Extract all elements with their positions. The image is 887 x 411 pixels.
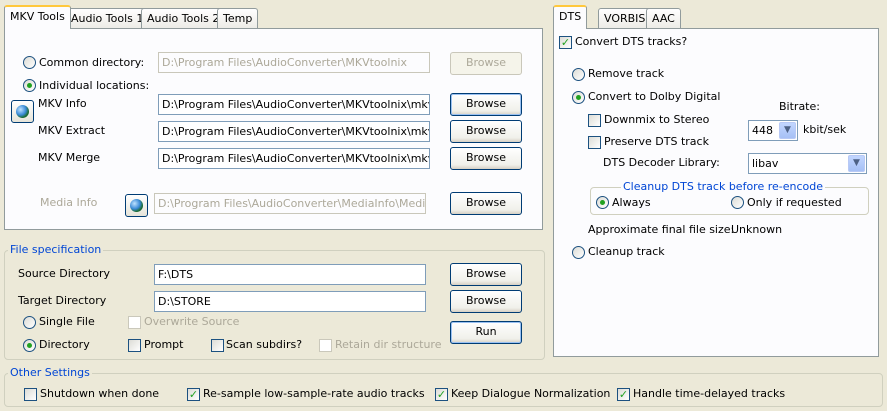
common-directory-field[interactable]: D:\Program Files\AudioConverter\MKVtooln… [158, 52, 430, 73]
media-info-browse-button[interactable]: Browse [450, 192, 522, 215]
individual-locations-label: Individual locations: [39, 79, 150, 92]
common-browse-button[interactable]: Browse [450, 52, 522, 75]
tab-audio-tools-2[interactable]: Audio Tools 2 [141, 8, 226, 29]
scan-subdirs-label: Scan subdirs? [226, 338, 303, 351]
single-file-label: Single File [39, 315, 95, 328]
tab-temp[interactable]: Temp [217, 8, 259, 29]
convert-dolby-label: Convert to Dolby Digital [588, 90, 721, 103]
only-if-requested-label: Only if requested [747, 196, 842, 209]
source-directory-field[interactable]: F:\DTS [154, 264, 426, 285]
retain-dir-structure-checkbox[interactable] [319, 339, 332, 352]
remove-track-radio[interactable] [572, 68, 585, 81]
preserve-dts-label: Preserve DTS track [604, 135, 709, 148]
convert-dts-checkbox[interactable]: ✓ [559, 36, 572, 49]
bitrate-label: Bitrate: [779, 100, 820, 113]
tab-vorbis[interactable]: VORBIS [598, 8, 652, 29]
scan-subdirs-checkbox[interactable] [211, 339, 224, 352]
target-directory-label: Target Directory [18, 294, 107, 307]
other-settings-title: Other Settings [8, 366, 92, 380]
handle-delay-label: Handle time-delayed tracks [633, 387, 786, 400]
chevron-down-icon[interactable]: ▼ [848, 155, 865, 172]
individual-locations-radio[interactable] [23, 79, 36, 92]
downmix-checkbox[interactable] [588, 114, 601, 127]
mkv-extract-label: MKV Extract [38, 124, 106, 137]
cleanup-track-label: Cleanup track [588, 245, 665, 258]
shutdown-label: Shutdown when done [40, 387, 160, 400]
mkv-extract-browse-button[interactable]: Browse [450, 120, 522, 143]
preserve-dts-checkbox[interactable] [588, 136, 601, 149]
cleanup-group-title: Cleanup DTS track before re-encode [621, 180, 826, 194]
globe-icon [130, 199, 143, 212]
retain-dir-structure-label: Retain dir structure [335, 338, 442, 351]
bitrate-unit: kbit/sek [803, 123, 847, 136]
mkv-merge-label: MKV Merge [38, 151, 101, 164]
globe-button[interactable] [11, 100, 34, 123]
media-info-field[interactable]: D:\Program Files\AudioConverter\MediaInf… [154, 193, 426, 214]
mkv-merge-field[interactable]: D:\Program Files\AudioConverter\MKVtooln… [158, 148, 430, 169]
mkv-info-label: MKV Info [38, 97, 87, 110]
directory-radio[interactable] [23, 339, 36, 352]
mkv-info-field[interactable]: D:\Program Files\AudioConverter\MKVtooln… [158, 94, 430, 115]
source-directory-label: Source Directory [18, 267, 110, 280]
mkv-merge-browse-button[interactable]: Browse [450, 147, 522, 170]
file-specification-title: File specification [8, 243, 104, 257]
chevron-down-icon[interactable]: ▼ [779, 122, 796, 139]
decoder-library-value: libav [752, 157, 779, 170]
common-directory-label: Common directory: [39, 56, 145, 69]
source-browse-button[interactable]: Browse [450, 263, 522, 286]
keep-dialogue-checkbox[interactable]: ✓ [435, 388, 448, 401]
tab-mkv-tools[interactable]: MKV Tools [4, 5, 71, 29]
mkv-extract-field[interactable]: D:\Program Files\AudioConverter\MKVtooln… [158, 121, 430, 142]
bitrate-select[interactable]: 448 ▼ [748, 120, 798, 141]
keep-dialogue-label: Keep Dialogue Normalization [451, 387, 611, 400]
mkv-info-browse-button[interactable]: Browse [450, 93, 522, 116]
convert-dts-label: Convert DTS tracks? [575, 35, 688, 48]
always-radio[interactable] [596, 196, 609, 209]
resample-checkbox[interactable]: ✓ [187, 388, 200, 401]
prompt-label: Prompt [144, 338, 184, 351]
tab-audio-tools-1[interactable]: Audio Tools 1 [65, 8, 150, 29]
remove-track-label: Remove track [588, 67, 665, 80]
directory-label: Directory [39, 338, 90, 351]
globe-icon [16, 105, 29, 118]
always-label: Always [612, 196, 651, 209]
cleanup-track-radio[interactable] [572, 246, 585, 259]
target-directory-field[interactable]: D:\STORE [154, 291, 426, 312]
overwrite-source-checkbox[interactable] [128, 316, 141, 329]
tab-aac[interactable]: AAC [646, 8, 681, 29]
bitrate-value: 448 [752, 124, 773, 137]
tab-dts[interactable]: DTS [553, 5, 588, 29]
media-info-globe-button[interactable] [125, 194, 148, 217]
media-info-label: Media Info [40, 196, 98, 209]
approx-size-label: Approximate final file size: [588, 223, 735, 236]
approx-size-value: Unknown [731, 223, 783, 236]
decoder-library-label: DTS Decoder Library: [603, 156, 720, 169]
only-if-requested-radio[interactable] [731, 196, 744, 209]
convert-dolby-radio[interactable] [572, 91, 585, 104]
handle-delay-checkbox[interactable]: ✓ [617, 388, 630, 401]
run-button[interactable]: Run [450, 321, 522, 344]
target-browse-button[interactable]: Browse [450, 290, 522, 313]
common-directory-radio[interactable] [23, 56, 36, 69]
prompt-checkbox[interactable] [128, 339, 141, 352]
resample-label: Re-sample low-sample-rate audio tracks [203, 387, 425, 400]
downmix-label: Downmix to Stereo [604, 113, 710, 126]
shutdown-checkbox[interactable] [24, 388, 37, 401]
single-file-radio[interactable] [23, 316, 36, 329]
decoder-library-select[interactable]: libav ▼ [748, 153, 867, 174]
overwrite-source-label: Overwrite Source [144, 315, 240, 328]
